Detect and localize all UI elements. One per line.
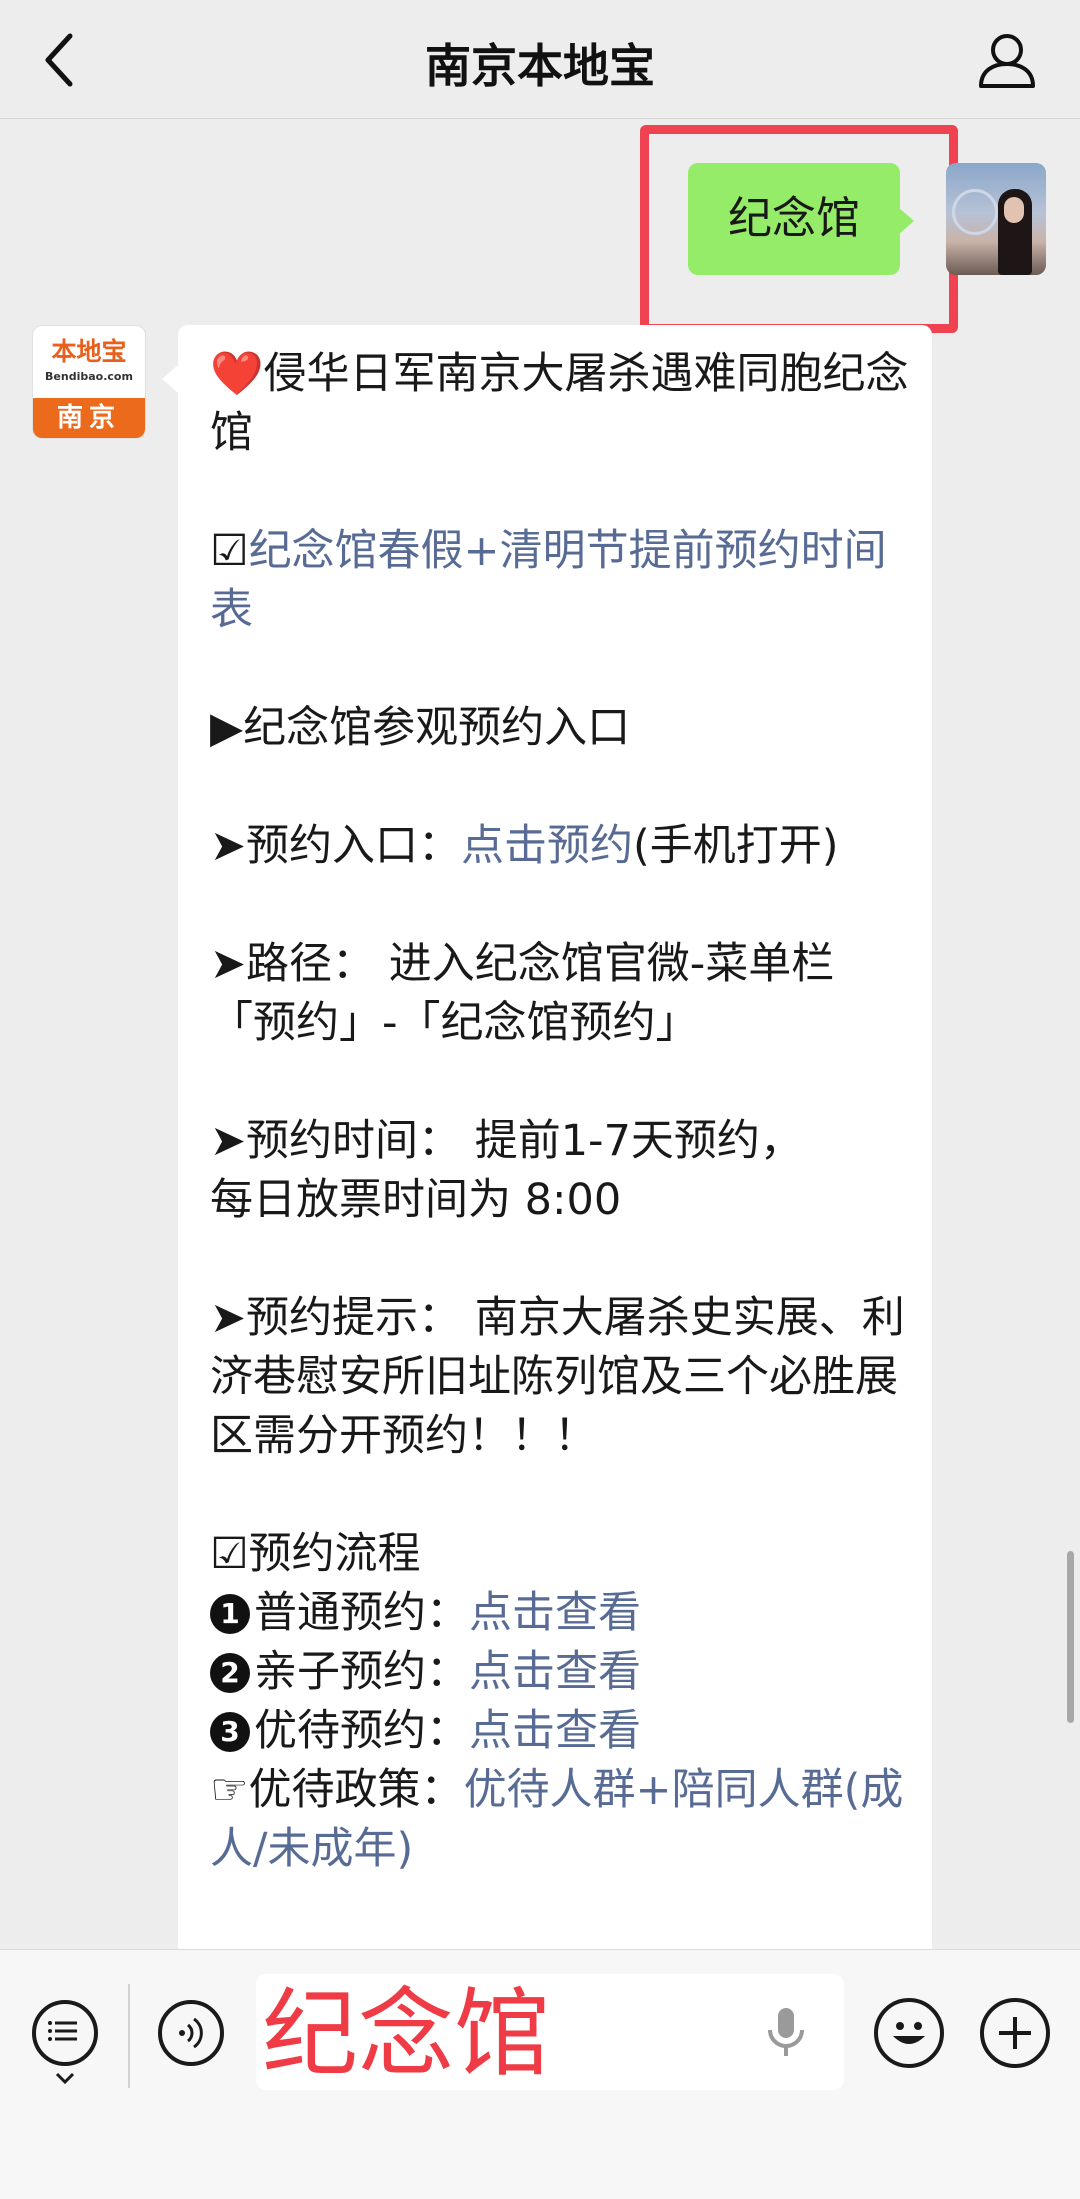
message-title: ❤️侵华日军南京大屠杀遇难同胞纪念馆	[210, 349, 909, 458]
incoming-bubble-tail	[162, 365, 178, 393]
avatar-url-text: Bendibao.com	[45, 370, 133, 383]
checkbox-icon: ☑	[210, 526, 249, 576]
outgoing-bubble-tail	[898, 207, 914, 235]
flow-item-2: 2 亲子预约：点击查看	[210, 1643, 910, 1702]
menu-caret-icon	[55, 2072, 75, 2084]
emoji-smile-icon	[893, 2022, 925, 2044]
path-line: ➤路径： 进入纪念馆官微-菜单栏「预约」-「纪念馆预约」	[210, 939, 835, 1048]
message-input[interactable]: 纪念馆	[256, 1974, 844, 2090]
chat-title: 南京本地宝	[425, 39, 655, 93]
tip-line: ➤预约提示： 南京大屠杀史实展、利济巷慰安所旧址陈列馆及三个必胜展区需分开预约！…	[210, 1293, 905, 1461]
number-1-icon: 1	[210, 1594, 250, 1634]
number-3-icon: 3	[210, 1712, 250, 1752]
message-body: ❤️侵华日军南京大屠杀遇难同胞纪念馆 ☑纪念馆春假+清明节提前预约时间表 ▶纪念…	[210, 345, 910, 1879]
heart-icon: ❤️	[210, 349, 264, 399]
user-avatar[interactable]	[946, 163, 1046, 275]
incoming-message-bubble: ❤️侵华日军南京大屠杀遇难同胞纪念馆 ☑纪念馆春假+清明节提前预约时间表 ▶纪念…	[178, 325, 932, 1949]
entry-line: ➤预约入口：点击预约(手机打开)	[210, 821, 839, 871]
flow-item-1: 1 普通预约：点击查看	[210, 1584, 910, 1643]
emoji-button[interactable]	[874, 1998, 944, 2068]
outgoing-message-bubble[interactable]: 纪念馆	[688, 163, 900, 275]
menu-list-icon	[48, 2021, 77, 2041]
plus-icon	[999, 2017, 1031, 2049]
entry-heading: ▶纪念馆参观预约入口	[210, 703, 631, 753]
profile-icon[interactable]	[976, 30, 1038, 90]
top-bar: 南京本地宝	[0, 0, 1080, 119]
avatar-face	[1004, 197, 1024, 223]
flow-heading: ☑预约流程	[210, 1529, 421, 1579]
reserve-link[interactable]: 点击预约	[461, 821, 633, 871]
avatar-brand-text: 本地宝	[51, 337, 127, 366]
avatar-city-text: 南京	[33, 398, 145, 438]
toolbar-divider	[128, 1984, 130, 2088]
voice-wave-icon	[179, 2017, 203, 2049]
scrollbar[interactable]	[1067, 1551, 1074, 1723]
priority-reservation-link[interactable]: 点击查看	[469, 1706, 641, 1756]
schedule-line: ☑纪念馆春假+清明节提前预约时间表	[210, 522, 910, 640]
number-2-icon: 2	[210, 1653, 250, 1693]
policy-line: ☞优待政策：优待人群+陪同人群(成人/未成年)	[210, 1765, 904, 1874]
family-reservation-link[interactable]: 点击查看	[469, 1647, 641, 1697]
voice-button[interactable]	[158, 2000, 224, 2066]
more-button[interactable]	[980, 1998, 1050, 2068]
chat-area[interactable]: 纪念馆 本地宝 Bendibao.com 南京 ❤️侵华日军南京大屠杀遇难同胞纪…	[0, 119, 1080, 1949]
time-line: ➤预约时间： 提前1-7天预约， 每日放票时间为 8:00	[210, 1116, 803, 1225]
flow-item-3: 3 优待预约：点击查看	[210, 1702, 910, 1761]
menu-button[interactable]	[32, 2000, 98, 2066]
normal-reservation-link[interactable]: 点击查看	[469, 1588, 641, 1638]
schedule-link[interactable]: 纪念馆春假+清明节提前预约时间表	[210, 526, 887, 635]
input-toolbar: 纪念馆	[0, 1949, 1080, 2199]
avatar-ferris-wheel	[952, 189, 998, 235]
microphone-icon[interactable]	[762, 2004, 810, 2060]
official-account-avatar[interactable]: 本地宝 Bendibao.com 南京	[32, 325, 146, 439]
message-input-value: 纪念馆	[262, 1978, 550, 2090]
